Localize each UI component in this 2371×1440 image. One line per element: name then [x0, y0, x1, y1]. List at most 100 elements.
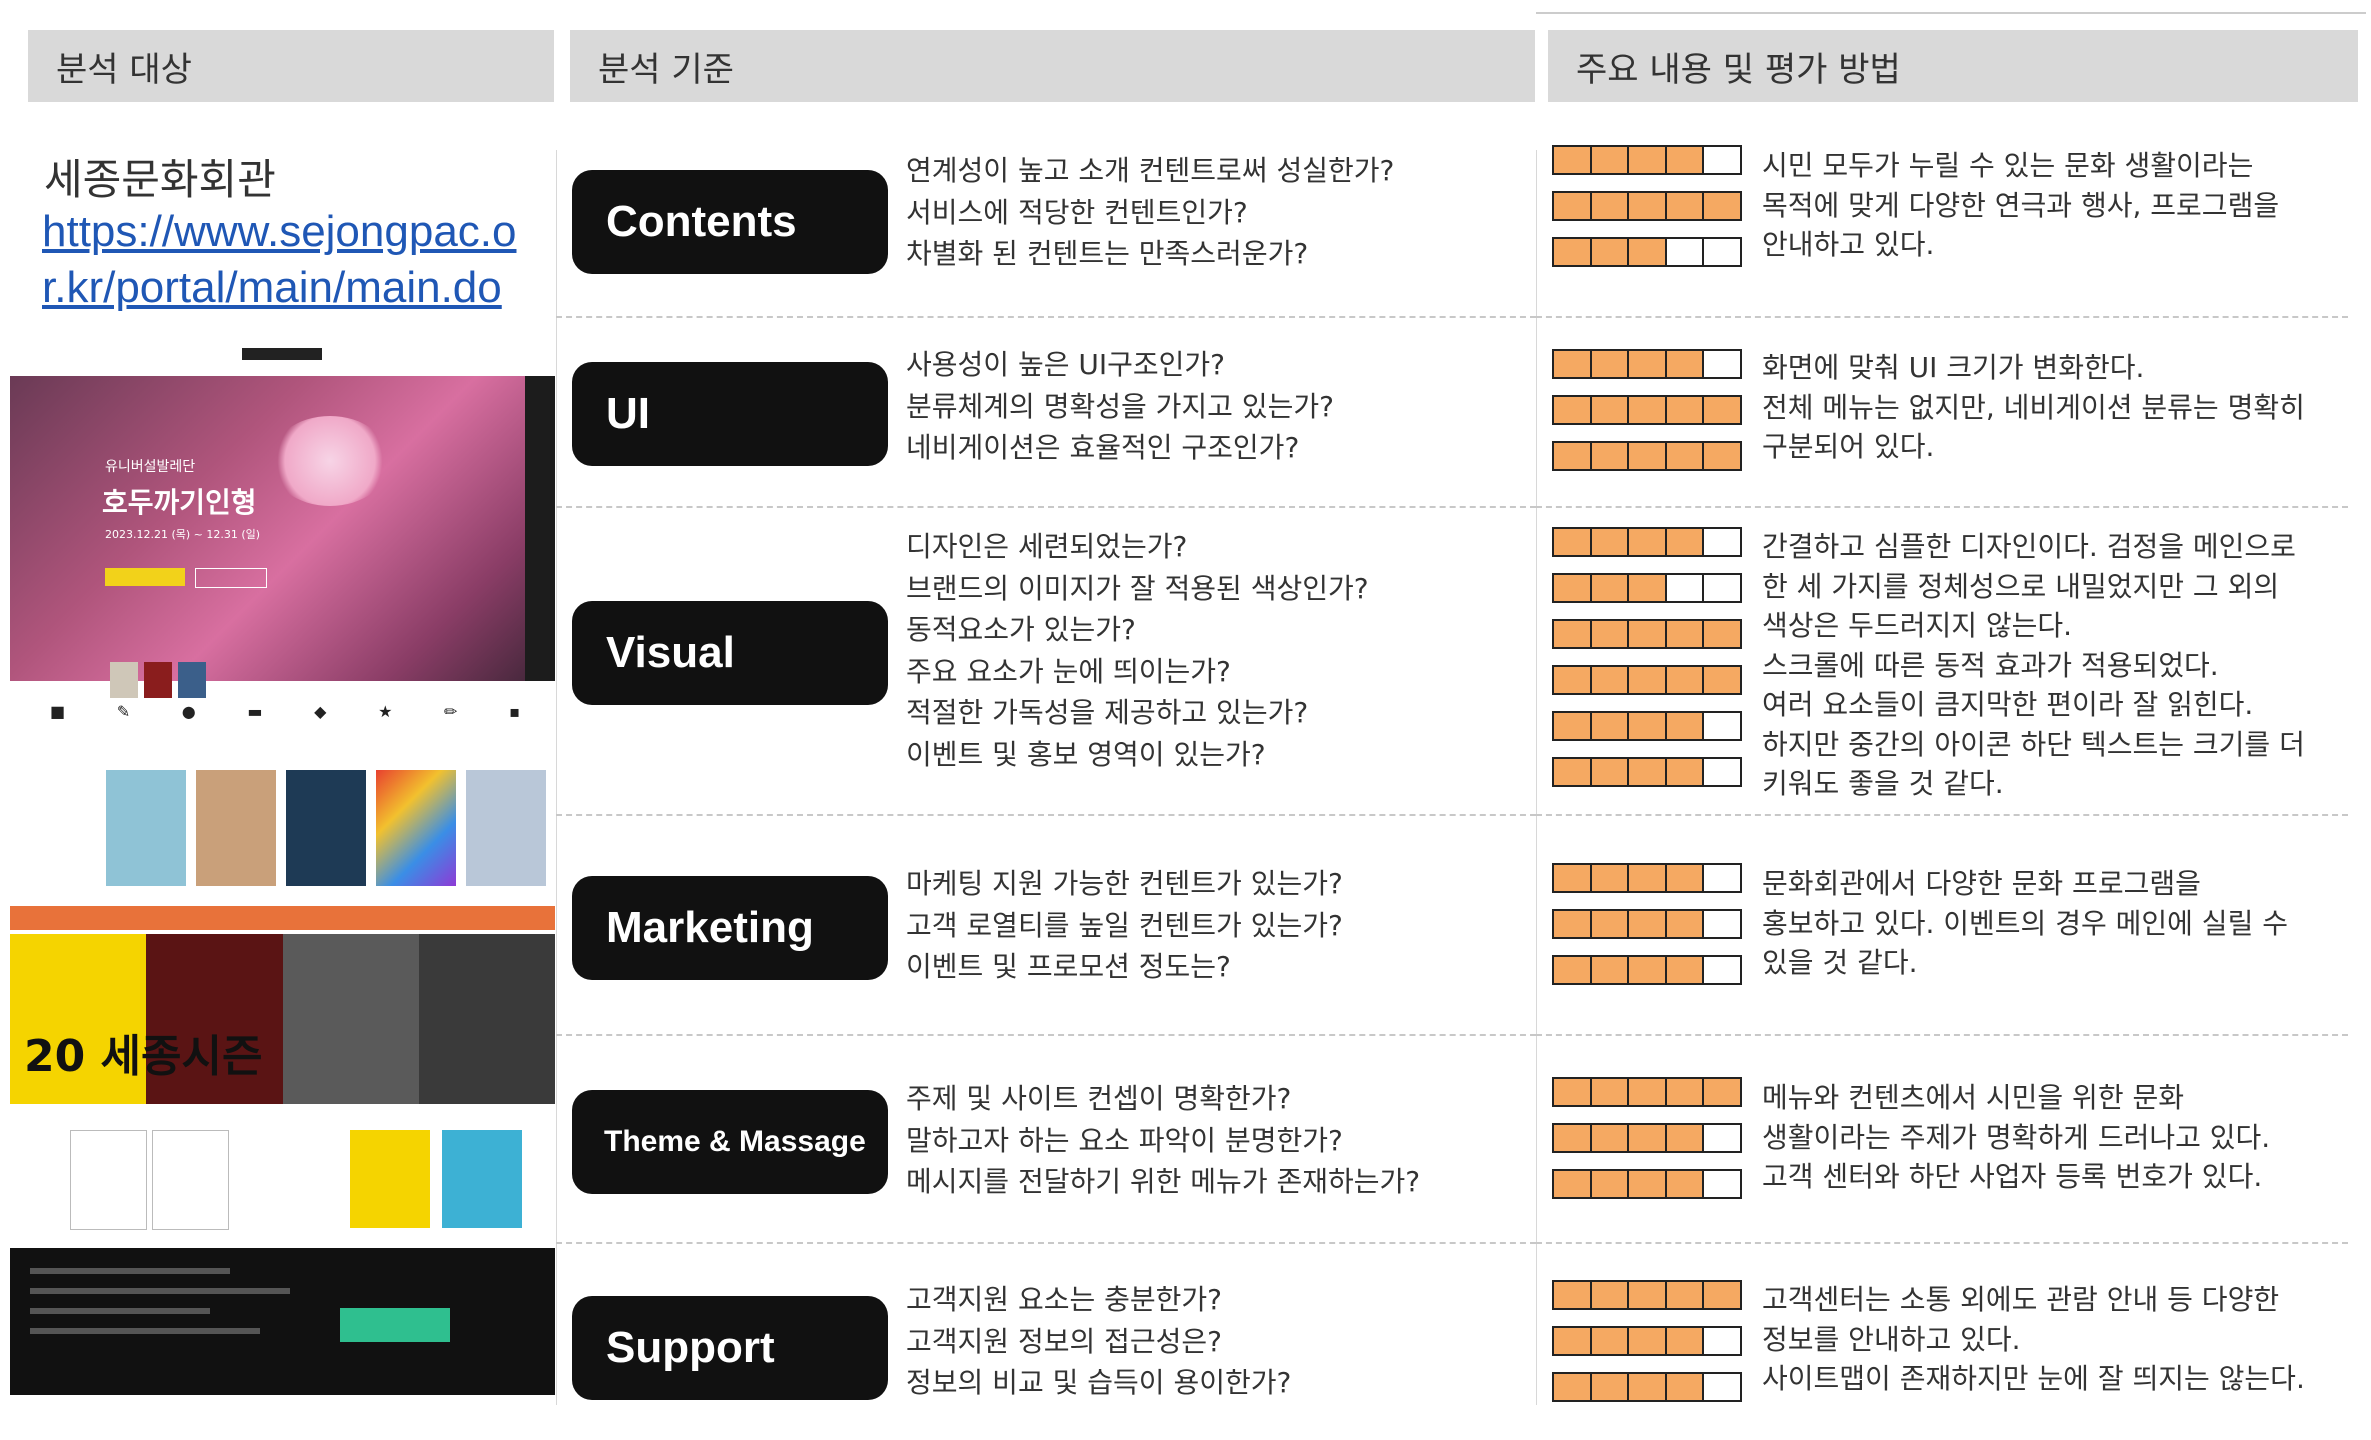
- map-icon: ◆: [314, 702, 327, 721]
- rating-cell: [1554, 865, 1592, 891]
- section-divider: [556, 1034, 1536, 1036]
- hero-thumbnails: [110, 662, 206, 698]
- rating-cell: [1704, 239, 1740, 265]
- rating-cell: [1666, 911, 1705, 937]
- description-line: 전체 메뉴는 없지만, 네비게이션 분류는 명확히: [1762, 390, 2305, 424]
- rating-cell: [1591, 1328, 1630, 1354]
- rating-cell: [1666, 147, 1705, 173]
- rating-cell: [1629, 193, 1667, 219]
- rating-bar: [1552, 237, 1742, 267]
- rating-cell: [1554, 911, 1592, 937]
- question: 사용성이 높은 UI구조인가?: [906, 348, 1226, 381]
- rating-cell: [1666, 193, 1705, 219]
- hero-primary-button: [105, 568, 185, 586]
- hero-subtitle: 유니버설발레단: [105, 459, 196, 475]
- quick-menu-icons: ■ ✎ ● ▬ ◆ ★ ✏ ▪: [50, 702, 520, 721]
- rating-cell: [1591, 1171, 1630, 1197]
- rating-cell: [1704, 667, 1740, 693]
- rating-bar: [1552, 1326, 1742, 1356]
- description-line: 스크롤에 따른 동적 효과가 적용되었다.: [1762, 648, 2219, 682]
- description-theme-message: 메뉴와 컨텐츠에서 시민을 위한 문화 생활이라는 주제가 명확하게 드러나고 …: [1762, 1078, 2270, 1197]
- site-side-menu: [525, 376, 555, 681]
- rating-cell: [1629, 1125, 1667, 1151]
- description-contents: 시민 모두가 누릴 수 있는 문화 생활이라는 목적에 맞게 다양한 연극과 행…: [1762, 146, 2279, 265]
- rating-bar: [1552, 1169, 1742, 1199]
- rating-cell: [1591, 621, 1630, 647]
- criteria-badge-visual: Visual: [572, 601, 888, 705]
- rating-cell: [1704, 1374, 1740, 1400]
- question: 차별화 된 컨텐트는 만족스러운가?: [906, 237, 1309, 270]
- rating-cell: [1666, 1374, 1705, 1400]
- rating-cell: [1591, 957, 1630, 983]
- promo-season-text: 20 세종시즌: [24, 1031, 263, 1082]
- rating-cell: [1629, 759, 1667, 785]
- description-line: 있을 것 같다.: [1762, 946, 1918, 979]
- rating-cell: [1666, 1125, 1705, 1151]
- ratings-support: [1552, 1280, 1742, 1418]
- rating-cell: [1591, 911, 1630, 937]
- rating-cell: [1591, 1125, 1630, 1151]
- hero-secondary-button: [195, 568, 267, 588]
- rating-cell: [1704, 529, 1740, 555]
- rating-cell: [1554, 147, 1592, 173]
- promo-band: [10, 906, 555, 930]
- rating-cell: [1629, 443, 1667, 469]
- rating-cell: [1591, 1282, 1630, 1308]
- top-rule: [1536, 12, 2366, 14]
- rating-cell: [1629, 397, 1667, 423]
- rating-cell: [1666, 1171, 1705, 1197]
- section-divider: [1536, 814, 2348, 816]
- rating-cell: [1591, 397, 1630, 423]
- rating-bar: [1552, 573, 1742, 603]
- rating-cell: [1666, 443, 1705, 469]
- questions-contents: 연계성이 높고 소개 컨텐트로써 성실한가? 서비스에 적당한 컨텐트인가? 차…: [906, 150, 1394, 275]
- question: 서비스에 적당한 컨텐트인가?: [906, 195, 1248, 229]
- section-divider: [1536, 1034, 2348, 1036]
- header-evaluation: 주요 내용 및 평가 방법: [1548, 30, 2358, 102]
- target-url-link[interactable]: https://www.sejongpac.or.kr/portal/main/…: [42, 204, 532, 316]
- rating-cell: [1591, 575, 1630, 601]
- rating-cell: [1591, 865, 1630, 891]
- description-visual: 간결하고 심플한 디자인이다. 검정을 메인으로 한 세 가지를 정체성으로 내…: [1762, 527, 2305, 804]
- rating-cell: [1591, 667, 1630, 693]
- poster: [106, 770, 186, 886]
- rating-cell: [1704, 621, 1740, 647]
- rating-cell: [1629, 667, 1667, 693]
- rating-bar: [1552, 757, 1742, 787]
- performance-posters: [106, 770, 546, 886]
- rating-cell: [1554, 1125, 1592, 1151]
- question: 메시지를 전달하기 위한 메뉴가 존재하는가?: [906, 1165, 1421, 1198]
- info-cards: [10, 1120, 555, 1240]
- rating-bar: [1552, 863, 1742, 893]
- description-line: 구분되어 있다.: [1762, 430, 1935, 463]
- questions-ui: 사용성이 높은 UI구조인가? 분류체계의 명확성을 가지고 있는가? 네비게이…: [906, 344, 1334, 469]
- section-divider: [1536, 506, 2348, 508]
- rating-cell: [1704, 865, 1740, 891]
- rating-bar: [1552, 711, 1742, 741]
- rating-cell: [1704, 759, 1740, 785]
- description-line: 하지만 중간의 아이콘 하단 텍스트는 크기를 더: [1762, 727, 2305, 761]
- description-line: 색상은 두드러지지 않는다.: [1762, 609, 2073, 642]
- hero-title: 호두까기인형: [102, 486, 257, 519]
- column-divider: [556, 150, 557, 1405]
- rating-cell: [1704, 1282, 1740, 1308]
- question: 이벤트 및 프로모션 정도는?: [906, 950, 1231, 983]
- rating-cell: [1629, 621, 1667, 647]
- rating-cell: [1704, 1171, 1740, 1197]
- section-divider: [556, 316, 1536, 318]
- rating-cell: [1554, 1374, 1592, 1400]
- site-logo: [242, 348, 322, 360]
- description-line: 생활이라는 주제가 명확하게 드러나고 있다.: [1762, 1120, 2271, 1154]
- description-line: 간결하고 심플한 디자인이다. 검정을 메인으로: [1762, 530, 2296, 563]
- question: 이벤트 및 홍보 영역이 있는가?: [906, 737, 1266, 771]
- rating-cell: [1591, 1374, 1630, 1400]
- rating-cell: [1666, 529, 1705, 555]
- rating-cell: [1591, 147, 1630, 173]
- rating-cell: [1554, 1328, 1592, 1354]
- column-divider: [1536, 150, 1537, 1405]
- rating-cell: [1554, 1079, 1592, 1105]
- question: 연계성이 높고 소개 컨텐트로써 성실한가?: [906, 154, 1395, 187]
- questions-marketing: 마케팅 지원 가능한 컨텐트가 있는가? 고객 로열티를 높일 컨텐트가 있는가…: [906, 863, 1343, 988]
- rating-cell: [1591, 1079, 1630, 1105]
- rating-cell: [1629, 575, 1667, 601]
